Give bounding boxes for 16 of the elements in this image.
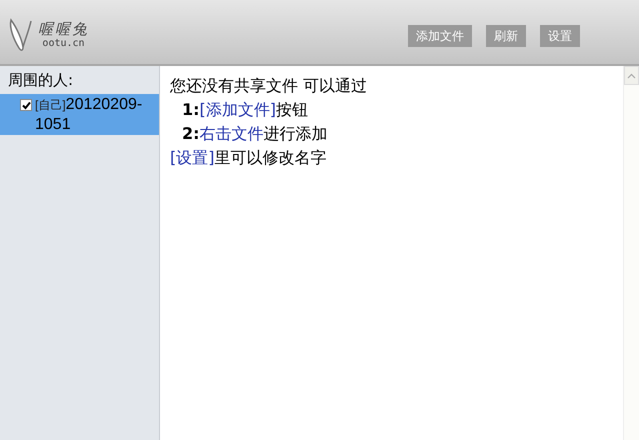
scrollbar[interactable] <box>623 66 639 440</box>
instruction-line: 您还没有共享文件 可以通过 <box>170 75 368 97</box>
instruction-line: [设置]里可以修改名字 <box>170 147 328 169</box>
instruction-line: 1:[添加文件]按钮 <box>181 99 310 121</box>
logo-title: 喔喔兔 <box>38 20 89 38</box>
rabbit-ears-icon <box>8 18 34 52</box>
link[interactable]: [设置] <box>170 148 214 167</box>
person-item[interactable]: [自己]20120209-1051 <box>0 94 159 135</box>
instruction-line: 2:右击文件进行添加 <box>181 123 329 145</box>
scroll-up-button[interactable] <box>624 66 639 85</box>
link[interactable]: [添加文件] <box>200 100 276 119</box>
sidebar-title: 周围的人: <box>7 70 74 91</box>
checkbox[interactable] <box>20 99 32 111</box>
logo-subtitle: ootu.cn <box>42 38 85 50</box>
link[interactable]: 右击文件 <box>200 124 264 143</box>
person-label: [自己]20120209-1051 <box>35 95 144 134</box>
